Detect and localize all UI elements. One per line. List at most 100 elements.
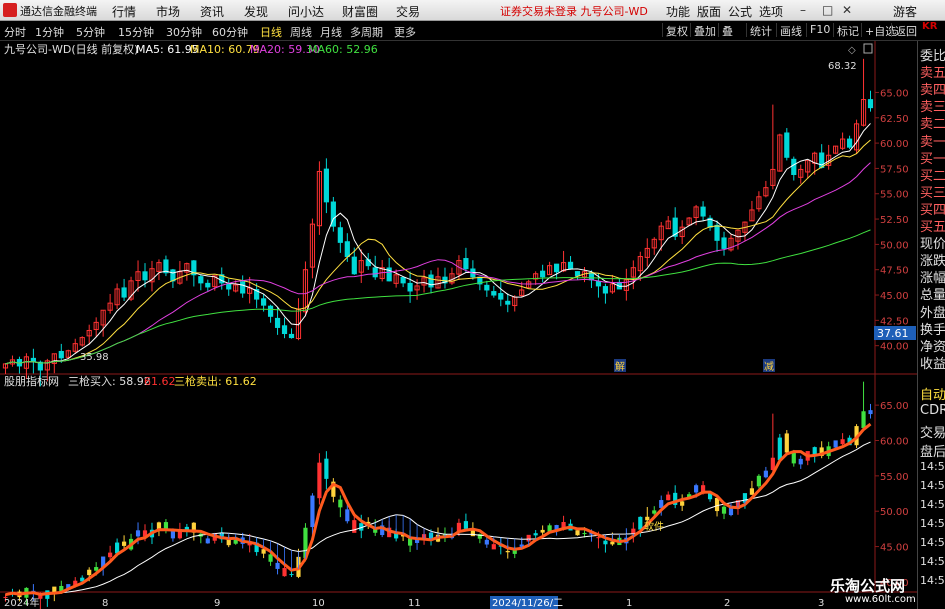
unlock-marker-label: 解: [615, 360, 625, 373]
period-tab-more[interactable]: 更多: [394, 24, 416, 40]
candle-body: [867, 99, 874, 109]
stats-button[interactable]: 统计: [746, 23, 775, 38]
menu-item-ask[interactable]: 问小达: [288, 3, 324, 20]
x-tick: 2: [724, 598, 730, 609]
x-tick: 3: [818, 598, 824, 609]
current-price-value: 37.61: [877, 327, 909, 340]
f10-button[interactable]: F10: [806, 23, 833, 37]
candle-body: [588, 272, 595, 281]
indicator-bar: [833, 440, 838, 448]
indicator-bar: [491, 544, 496, 550]
period-tab-1min[interactable]: 1分钟: [35, 24, 64, 40]
candle-body: [498, 293, 504, 300]
candle-body: [142, 271, 148, 281]
menu-item-trade[interactable]: 交易: [396, 3, 420, 20]
menu-item-discover[interactable]: 发现: [244, 3, 268, 20]
login-alert[interactable]: 证券交易未登录 九号公司-WD: [500, 3, 648, 19]
indicator-bar: [484, 539, 489, 545]
candle-body: [170, 269, 176, 282]
sub-y-tick: 50.00: [880, 507, 909, 518]
indicator-bar: [275, 562, 280, 569]
candle-body: [267, 305, 274, 317]
menu-item-quotes[interactable]: 行情: [112, 3, 136, 20]
period-tab-monthly[interactable]: 月线: [320, 24, 342, 40]
menu-item-wealth[interactable]: 财富圈: [342, 3, 378, 20]
kr-badge: KR: [922, 21, 938, 32]
sub-y-tick: 45.00: [880, 543, 909, 554]
period-tab-60min[interactable]: 60分钟: [212, 24, 248, 40]
menu-item-function[interactable]: 功能: [666, 3, 690, 20]
menu-item-news[interactable]: 资讯: [200, 3, 224, 20]
indicator-bar: [582, 533, 587, 535]
indicator-bar: [540, 529, 545, 533]
sub-y-axis: 65.0060.0055.0050.0045.0040.00: [875, 401, 909, 589]
indicator-bar: [840, 439, 845, 445]
side-panel-sub-label: 14:56: [920, 555, 945, 568]
diamond-icon[interactable]: ◇: [848, 45, 856, 56]
side-panel-sub-label: 14:56: [920, 460, 945, 473]
candle-body: [274, 317, 281, 328]
side-panel-label: 收益: [920, 356, 945, 372]
sell-line: [5, 441, 871, 596]
indicator-bar: [638, 516, 643, 530]
draw-line-button[interactable]: 画线: [776, 23, 805, 38]
overlay-button[interactable]: 叠加: [690, 23, 719, 38]
auto-toggle[interactable]: 自动: [920, 384, 945, 403]
indicator-bar: [205, 538, 210, 544]
indicator-bar: [652, 510, 657, 514]
indicator-bar: [505, 550, 510, 553]
back-button[interactable]: 返回: [891, 23, 920, 38]
stack-button[interactable]: 叠: [718, 23, 736, 38]
indicator-bar: [463, 521, 468, 529]
candle-body: [344, 241, 350, 258]
period-tab-5min[interactable]: 5分钟: [76, 24, 105, 40]
period-tab-weekly[interactable]: 周线: [290, 24, 312, 40]
sub-annotation: 软件: [644, 520, 664, 533]
restore-icon[interactable]: □: [822, 3, 833, 17]
kline-chart[interactable]: 九号公司-WD(日线 前复权) MA5: 61.95 MA10: 60.79 M…: [0, 41, 917, 609]
x-tick: 9: [214, 598, 220, 609]
candle-body: [784, 132, 790, 158]
menu-item-options[interactable]: 选项: [759, 3, 783, 20]
main-y-tick: 60.00: [880, 139, 909, 150]
menu-item-layout[interactable]: 版面: [697, 3, 721, 20]
window-icon[interactable]: [863, 43, 873, 54]
crosshair-date: 2024/11/26/二: [492, 598, 563, 609]
indicator-bar: [868, 410, 873, 415]
side-panel-sub-label: CDR: [920, 403, 945, 418]
watermark-title: 乐淘公式网: [830, 577, 906, 595]
candle-body: [505, 300, 511, 305]
indicator-bar: [317, 462, 322, 499]
main-y-tick: 42.50: [880, 316, 909, 327]
candle-body: [484, 284, 490, 291]
side-panel-sub-label: 14:56: [920, 517, 945, 530]
adjust-button[interactable]: 复权: [662, 23, 691, 38]
candle-body: [463, 258, 469, 270]
period-tab-30min[interactable]: 30分钟: [166, 24, 202, 40]
main-y-tick: 50.00: [880, 240, 909, 251]
guest-label[interactable]: 游客: [893, 3, 917, 20]
indicator-bar: [338, 499, 343, 508]
candle-body: [553, 263, 560, 273]
indicator-bar: [603, 540, 608, 545]
candle-body: [288, 333, 295, 339]
indicator-bar: [94, 567, 99, 571]
candle-body: [491, 291, 497, 296]
reduce-marker-label: 减: [764, 361, 774, 373]
sub-indicator-lines: [5, 422, 872, 597]
main-y-tick: 65.00: [880, 88, 909, 99]
menu-item-formula[interactable]: 公式: [728, 3, 752, 20]
period-tab-15min[interactable]: 15分钟: [118, 24, 154, 40]
period-tab-timeshare[interactable]: 分时: [4, 24, 26, 40]
close-icon[interactable]: ✕: [842, 3, 852, 17]
sub-y-tick: 60.00: [880, 437, 909, 448]
candle-body: [700, 206, 706, 217]
minimize-icon[interactable]: –: [800, 3, 806, 17]
menu-item-market[interactable]: 市场: [156, 3, 180, 20]
indicator-bar: [87, 569, 92, 576]
period-tab-daily[interactable]: 日线: [260, 24, 282, 40]
indicator-bar: [777, 437, 782, 461]
indicator-bar: [289, 574, 294, 576]
period-tab-multi[interactable]: 多周期: [350, 24, 383, 40]
mark-button[interactable]: 标记: [833, 23, 862, 38]
